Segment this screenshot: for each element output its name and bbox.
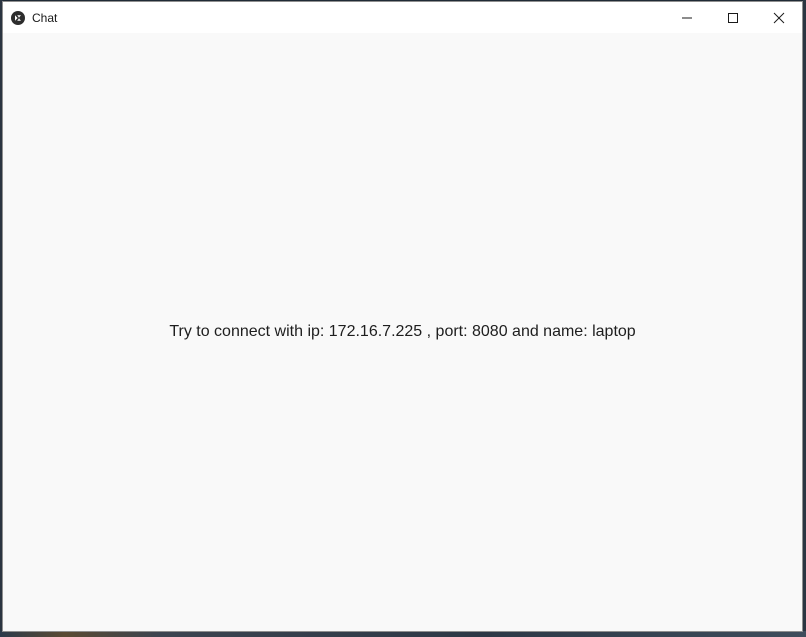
- maximize-button[interactable]: [710, 2, 756, 33]
- maximize-icon: [728, 12, 738, 23]
- minimize-button[interactable]: [664, 2, 710, 33]
- kivy-app-icon: [11, 10, 25, 25]
- close-icon: [773, 12, 785, 23]
- minimize-icon: [682, 17, 692, 18]
- chat-window: Chat Try to connect with ip: 172.16.7.22…: [2, 1, 803, 632]
- window-controls: [664, 2, 802, 33]
- window-title: Chat: [32, 10, 58, 25]
- connection-status-message: Try to connect with ip: 172.16.7.225 , p…: [169, 323, 636, 340]
- chat-content-area: Try to connect with ip: 172.16.7.225 , p…: [3, 33, 802, 631]
- title-bar[interactable]: Chat: [3, 2, 802, 33]
- close-button[interactable]: [756, 2, 802, 33]
